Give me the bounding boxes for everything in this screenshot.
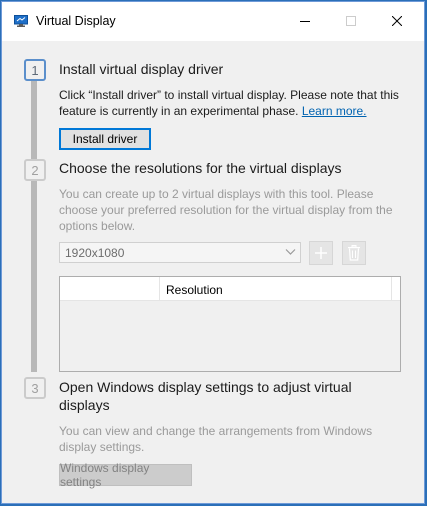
step-2-heading: Choose the resolutions for the virtual d… (59, 160, 342, 176)
maximize-icon (346, 16, 356, 26)
step-1-description: Click “Install driver” to install virtua… (59, 87, 404, 119)
windows-display-settings-button[interactable]: Windows display settings (59, 461, 192, 489)
step-2-indicator: 2 (24, 159, 46, 181)
step-3-indicator: 3 (24, 377, 46, 399)
step-1-heading: Install virtual display driver (59, 61, 224, 77)
close-button[interactable] (374, 2, 420, 40)
minimize-button[interactable] (282, 2, 328, 40)
minimize-icon (300, 21, 310, 22)
column-separator[interactable] (391, 277, 392, 301)
close-icon (392, 16, 402, 26)
resolution-table-header: Resolution (60, 277, 400, 301)
display-icon (14, 15, 28, 27)
plus-icon (315, 247, 327, 259)
step-2-description: You can create up to 2 virtual displays … (59, 187, 393, 233)
table-column-resolution[interactable]: Resolution (166, 283, 223, 297)
maximize-button[interactable] (328, 2, 374, 40)
delete-resolution-button[interactable] (342, 241, 366, 265)
trash-icon (348, 245, 360, 261)
step-progress-rail (31, 80, 37, 372)
resolution-select[interactable]: 1920x1080 (59, 242, 301, 263)
window-title: Virtual Display (36, 14, 116, 28)
learn-more-link[interactable]: Learn more. (302, 104, 367, 118)
add-resolution-button[interactable] (309, 241, 333, 265)
resolution-table: Resolution (59, 276, 401, 372)
virtual-display-window: Virtual Display 1 Install virtual displa… (1, 1, 425, 504)
column-separator[interactable] (159, 277, 160, 301)
install-driver-button[interactable]: Install driver (59, 128, 151, 150)
step-1-indicator: 1 (24, 59, 46, 81)
chevron-down-icon (285, 249, 296, 255)
title-bar[interactable]: Virtual Display (2, 2, 424, 41)
step-3-heading: Open Windows display settings to adjust … (59, 379, 352, 413)
step-3-description: You can view and change the arrangements… (59, 424, 373, 454)
resolution-select-value: 1920x1080 (65, 246, 125, 260)
